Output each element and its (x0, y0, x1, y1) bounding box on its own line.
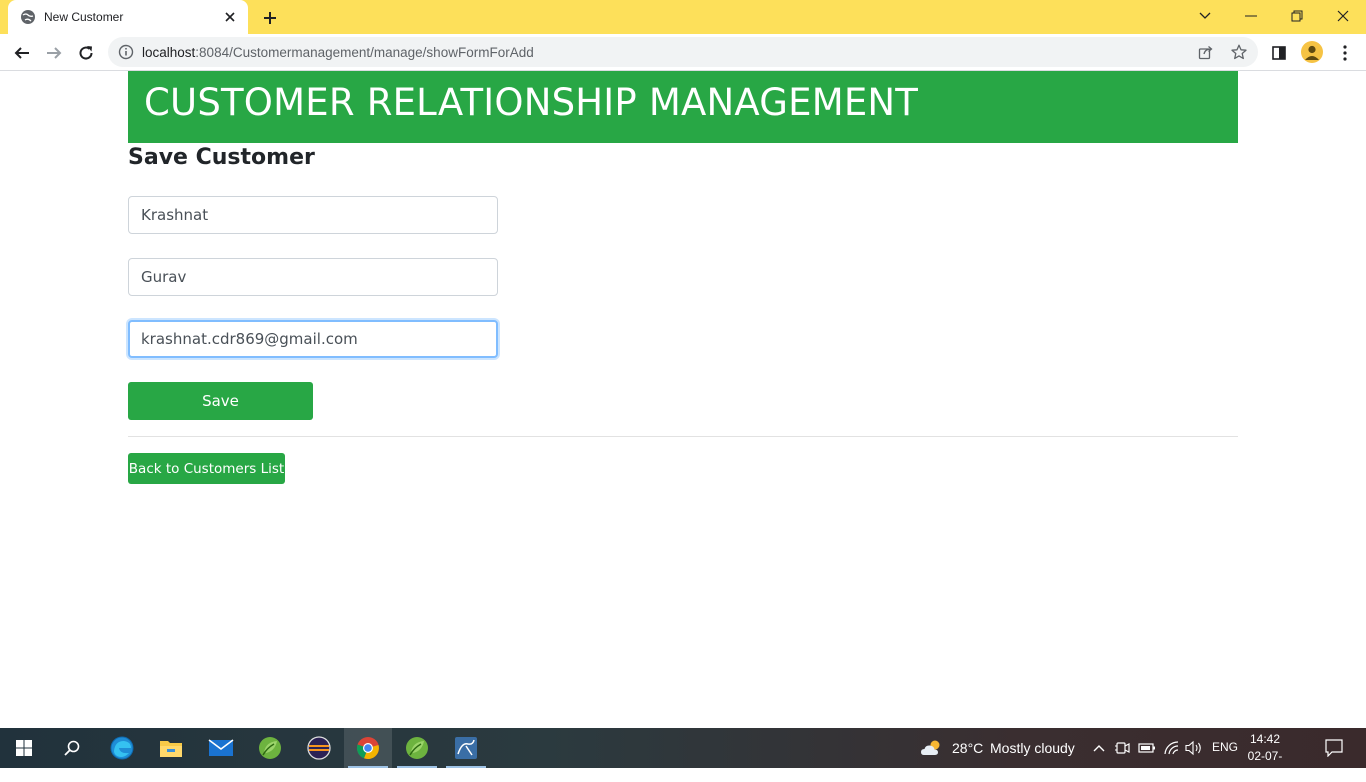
url-text: localhost:8084/Customermanagement/manage… (142, 45, 534, 60)
page-title: Save Customer (128, 145, 315, 170)
clock-date: 02-07-2022 (1247, 749, 1283, 780)
back-to-list-button[interactable]: Back to Customers List (128, 453, 285, 484)
page-content: CUSTOMER RELATIONSHIP MANAGEMENT Save Cu… (0, 71, 1366, 728)
weather-description: Mostly cloudy (990, 740, 1075, 756)
save-button[interactable]: Save (128, 382, 313, 420)
weather-temperature: 28°C (952, 740, 984, 756)
windows-start-icon[interactable] (0, 728, 48, 768)
url-path: :8084/Customermanagement/manage/showForm… (195, 44, 534, 60)
first-name-input[interactable] (128, 196, 498, 234)
globe-icon (20, 9, 36, 25)
divider (128, 436, 1238, 437)
share-icon[interactable] (1198, 44, 1214, 60)
clock-time: 14:42 (1249, 732, 1281, 746)
file-explorer-icon[interactable] (147, 728, 195, 768)
back-arrow-icon[interactable] (10, 41, 34, 65)
system-clock[interactable]: 14:42 02-07-2022 (1240, 731, 1290, 782)
mail-icon[interactable] (197, 728, 245, 768)
reload-icon[interactable] (74, 41, 98, 65)
notification-center-icon[interactable] (1324, 738, 1344, 758)
edge-icon[interactable] (98, 728, 146, 768)
close-window-icon[interactable] (1330, 4, 1356, 28)
new-tab-icon[interactable] (260, 8, 280, 28)
email-input[interactable] (128, 320, 498, 358)
spring-tool-suite-2-icon[interactable] (393, 728, 441, 768)
eclipse-icon[interactable] (295, 728, 343, 768)
url-host: localhost (142, 44, 196, 60)
restore-icon[interactable] (1284, 4, 1310, 28)
site-info-icon[interactable] (118, 44, 134, 60)
profile-avatar-icon[interactable] (1301, 41, 1323, 63)
spring-tool-suite-icon[interactable] (246, 728, 294, 768)
tab-title: New Customer (44, 10, 124, 24)
windows-taskbar: 28°C Mostly cloudy ENG 14:42 02-07-2022 (0, 728, 1366, 780)
forward-arrow-icon[interactable] (42, 41, 66, 65)
chrome-taskbar-icon[interactable] (344, 728, 392, 768)
show-hidden-icons-chevron-icon[interactable] (1090, 739, 1108, 757)
browser-toolbar: localhost:8084/Customermanagement/manage… (0, 34, 1366, 71)
battery-icon[interactable] (1138, 739, 1156, 757)
browser-tab-bar: New Customer (0, 0, 1366, 34)
minimize-icon[interactable] (1238, 4, 1264, 28)
browser-tab[interactable]: New Customer (8, 0, 248, 34)
wifi-icon[interactable] (1162, 739, 1180, 757)
search-icon[interactable] (48, 728, 96, 768)
header-banner: CUSTOMER RELATIONSHIP MANAGEMENT (128, 71, 1238, 143)
tab-search-chevron-icon[interactable] (1192, 4, 1218, 28)
meet-now-icon[interactable] (1113, 739, 1131, 757)
last-name-input[interactable] (128, 258, 498, 296)
mysql-workbench-icon[interactable] (442, 728, 490, 768)
language-indicator[interactable]: ENG (1212, 740, 1238, 754)
volume-icon[interactable] (1185, 739, 1203, 757)
close-tab-icon[interactable] (222, 9, 238, 25)
weather-cloud-icon[interactable] (920, 739, 944, 757)
side-panel-icon[interactable] (1268, 42, 1290, 64)
banner-title: CUSTOMER RELATIONSHIP MANAGEMENT (144, 81, 919, 124)
address-bar[interactable]: localhost:8084/Customermanagement/manage… (108, 37, 1258, 67)
bookmark-star-icon[interactable] (1231, 44, 1247, 60)
menu-kebab-icon[interactable] (1334, 42, 1356, 64)
